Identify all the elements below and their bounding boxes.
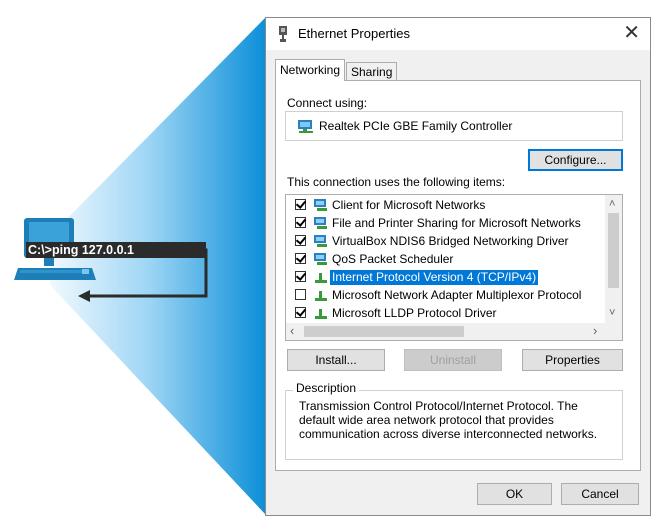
vertical-scrollbar[interactable]: ˄ ˅ — [605, 195, 622, 323]
item-label: VirtualBox NDIS6 Bridged Networking Driv… — [332, 234, 569, 248]
item-checkbox[interactable] — [295, 198, 307, 210]
network-adapter-icon — [279, 26, 287, 42]
list-item[interactable]: Microsoft Network Adapter Multiplexor Pr… — [286, 287, 604, 304]
description-text: Transmission Control Protocol/Internet P… — [299, 399, 598, 441]
item-checkbox[interactable] — [295, 270, 307, 282]
install-button[interactable]: Install... — [287, 349, 385, 371]
list-item[interactable]: Client for Microsoft Networks — [286, 197, 604, 214]
scroll-thumb[interactable] — [608, 213, 619, 288]
ping-command-label: C:\>ping 127.0.0.1 — [26, 242, 206, 258]
uninstall-button: Uninstall — [404, 349, 502, 371]
cancel-button[interactable]: Cancel — [561, 483, 639, 505]
scroll-right-icon[interactable]: › — [593, 324, 597, 337]
item-label: Client for Microsoft Networks — [332, 198, 486, 212]
ok-button[interactable]: OK — [477, 483, 552, 505]
item-label: Microsoft Network Adapter Multiplexor Pr… — [332, 288, 582, 302]
network-driver-icon — [314, 235, 327, 247]
items-list[interactable]: Client for Microsoft Networks File and P… — [285, 194, 623, 341]
protocol-icon — [315, 273, 327, 283]
protocol-icon — [315, 291, 327, 301]
item-checkbox[interactable] — [295, 234, 307, 246]
configure-button[interactable]: Configure... — [528, 149, 623, 171]
items-label: This connection uses the following items… — [287, 175, 506, 189]
list-item[interactable]: Microsoft LLDP Protocol Driver — [286, 305, 604, 322]
network-service-icon — [314, 253, 327, 265]
list-item-selected[interactable]: Internet Protocol Version 4 (TCP/IPv4) — [286, 269, 604, 286]
close-icon[interactable]: ✕ — [623, 22, 640, 44]
description-title: Description — [293, 381, 360, 395]
tab-sharing[interactable]: Sharing — [346, 62, 398, 81]
horizontal-scrollbar[interactable]: ‹ › — [286, 323, 622, 340]
ethernet-properties-dialog: Ethernet Properties ✕ Sharing Networking… — [265, 17, 651, 516]
list-item[interactable]: VirtualBox NDIS6 Bridged Networking Driv… — [286, 233, 604, 250]
scroll-up-icon[interactable]: ˄ — [609, 198, 615, 210]
title-bar[interactable]: Ethernet Properties ✕ — [266, 18, 650, 50]
network-client-icon — [314, 199, 327, 211]
item-checkbox[interactable] — [295, 252, 307, 264]
scroll-thumb[interactable] — [304, 326, 464, 337]
list-item[interactable]: File and Printer Sharing for Microsoft N… — [286, 215, 604, 232]
item-label: Internet Protocol Version 4 (TCP/IPv4) — [330, 270, 539, 285]
adapter-field: Realtek PCIe GBE Family Controller — [285, 111, 623, 141]
protocol-icon — [315, 309, 327, 319]
item-checkbox[interactable] — [295, 306, 307, 318]
item-label: File and Printer Sharing for Microsoft N… — [332, 216, 581, 230]
connect-using-label: Connect using: — [287, 96, 368, 110]
dialog-title: Ethernet Properties — [298, 26, 411, 41]
adapter-name: Realtek PCIe GBE Family Controller — [319, 119, 513, 133]
item-label: Microsoft LLDP Protocol Driver — [332, 306, 497, 320]
beam-shape — [50, 17, 266, 515]
tab-networking[interactable]: Networking — [275, 59, 346, 81]
item-label: QoS Packet Scheduler — [332, 252, 454, 266]
item-checkbox[interactable] — [295, 216, 307, 228]
scroll-left-icon[interactable]: ‹ — [290, 324, 294, 337]
item-checkbox[interactable] — [295, 289, 306, 300]
adapter-icon — [298, 120, 313, 133]
list-item[interactable]: QoS Packet Scheduler — [286, 251, 604, 268]
properties-button[interactable]: Properties — [522, 349, 623, 371]
network-service-icon — [314, 217, 327, 229]
scroll-down-icon[interactable]: ˅ — [609, 307, 615, 319]
